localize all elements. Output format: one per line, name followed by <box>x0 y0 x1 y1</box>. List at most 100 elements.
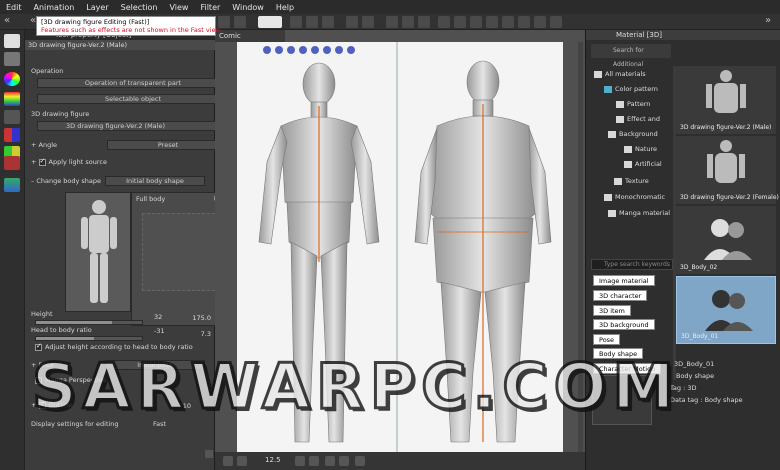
color-set-icon[interactable] <box>4 110 20 124</box>
menu-view[interactable]: View <box>163 3 194 12</box>
operation-label: Operation <box>31 67 64 75</box>
material-thumb[interactable]: 3D drawing figure-Ver.2 (Male) <box>676 66 776 134</box>
initial-body-button[interactable]: Initial body shape <box>105 176 205 186</box>
figure-dropdown[interactable]: 3D drawing figure-Ver.2 (Male) <box>37 121 229 131</box>
clear-icon[interactable] <box>386 16 398 28</box>
save-icon[interactable] <box>322 16 334 28</box>
figure-silhouette-icon <box>81 200 117 303</box>
menu-edit[interactable]: Edit <box>0 3 28 12</box>
figure-label: 3D drawing figure <box>31 110 90 118</box>
height-slider[interactable] <box>35 320 143 325</box>
menu-layer[interactable]: Layer <box>80 3 114 12</box>
select-mode-icon[interactable] <box>234 16 246 28</box>
navigator-right-icon[interactable] <box>237 456 247 466</box>
background-icon <box>608 130 616 138</box>
material-thumb[interactable]: 3D_Body_02 <box>676 206 776 274</box>
tree-item-effect[interactable]: Effect and <box>616 115 660 123</box>
new-file-icon[interactable] <box>290 16 302 28</box>
toggle-d-icon[interactable] <box>486 16 498 28</box>
sub-tool-icon[interactable] <box>4 156 20 170</box>
collapse-left-icon[interactable]: « <box>4 15 10 26</box>
material-search-input[interactable]: Search for Additional <box>591 44 671 68</box>
tag-3d-character[interactable]: 3D character <box>593 290 648 301</box>
tag-pose[interactable]: Pose <box>593 334 621 345</box>
menu-selection[interactable]: Selection <box>115 3 164 12</box>
toggle-e-icon[interactable] <box>502 16 514 28</box>
tree-item-manga[interactable]: Manga material <box>608 209 670 217</box>
navigator-left-icon[interactable] <box>223 456 233 466</box>
tree-item-pattern[interactable]: Pattern <box>616 100 650 108</box>
tree-item-monochromatic[interactable]: Monochromatic <box>604 193 665 201</box>
tag-image-material[interactable]: Image material <box>593 275 655 286</box>
operation-tool-icon[interactable] <box>4 34 20 48</box>
toggle-b-icon[interactable] <box>454 16 466 28</box>
ruler-icon[interactable] <box>418 16 430 28</box>
nature-icon <box>624 145 632 153</box>
tree-item-artificial[interactable]: Artificial <box>624 160 662 168</box>
toggle-g-icon[interactable] <box>534 16 546 28</box>
operation-dropdown[interactable]: Operation of transparent part <box>37 78 229 88</box>
preset-button[interactable]: Preset <box>107 140 229 150</box>
monochromatic-icon <box>604 193 612 201</box>
tree-item-color-pattern[interactable]: Color pattern <box>604 85 658 93</box>
artificial-icon <box>624 160 632 168</box>
transform-icon[interactable] <box>402 16 414 28</box>
head-ratio-label: Head to body ratio <box>31 326 92 334</box>
spiral-logo-icon[interactable] <box>258 16 282 28</box>
collapse-right-icon[interactable]: » <box>765 15 771 26</box>
fit-icon[interactable] <box>325 456 335 466</box>
toggle-f-icon[interactable] <box>518 16 530 28</box>
pen-tool-icon[interactable] <box>4 52 20 66</box>
tree-item-all[interactable]: All materials <box>594 70 646 78</box>
material-thumb-selected[interactable]: 3D_Body_01 <box>676 276 776 344</box>
toggle-a-icon[interactable] <box>438 16 450 28</box>
navigator-icon[interactable] <box>4 178 20 192</box>
zoom-value[interactable]: 12.5 <box>265 456 281 464</box>
3d-manipulator-toolbar <box>263 46 355 54</box>
tree-label: All materials <box>605 70 646 78</box>
open-folder-icon[interactable] <box>306 16 318 28</box>
redo-icon[interactable] <box>362 16 374 28</box>
tag-search-input[interactable]: Type search keywords <box>591 259 673 270</box>
color-wheel-icon[interactable] <box>4 72 20 86</box>
editing-tooltip: [3D drawing figure Editing (Fast)] Featu… <box>36 16 221 36</box>
material-thumb[interactable]: 3D drawing figure-Ver.2 (Female) <box>676 136 779 204</box>
light-checkbox[interactable] <box>38 157 46 166</box>
body-silhouette-preview[interactable] <box>65 192 131 312</box>
tab-comic[interactable]: Comic <box>215 30 285 42</box>
tree-item-nature[interactable]: Nature <box>624 145 657 153</box>
height-value[interactable]: 175.0 <box>181 314 211 322</box>
tree-item-background[interactable]: Background <box>608 130 658 138</box>
undo-icon[interactable] <box>346 16 358 28</box>
menu-filter[interactable]: Filter <box>194 3 226 12</box>
body-shape-map[interactable] <box>142 213 220 291</box>
toggle-h-icon[interactable] <box>550 16 562 28</box>
tag-3d-background[interactable]: 3D background <box>593 319 655 330</box>
selectable-dropdown[interactable]: Selectable object <box>37 94 229 104</box>
tag-3d-item[interactable]: 3D item <box>593 305 631 316</box>
pattern-icon <box>616 100 624 108</box>
settings-icon[interactable] <box>205 450 213 458</box>
change-body-label: Change body shape <box>36 177 102 185</box>
height-slider-fill <box>36 321 113 324</box>
rotate-icon[interactable] <box>339 456 349 466</box>
zoom-out-icon[interactable] <box>295 456 305 466</box>
figure-subtitle: 3D drawing figure-Ver.2 (Male) <box>25 40 215 50</box>
expand-plus-icon[interactable]: + <box>31 141 39 149</box>
folder-icon <box>594 70 602 78</box>
flip-icon[interactable] <box>355 456 365 466</box>
zoom-in-icon[interactable] <box>309 456 319 466</box>
head-ratio-slider[interactable] <box>35 336 143 341</box>
expand-plus-icon[interactable]: + <box>31 158 39 166</box>
tree-item-texture[interactable]: Texture <box>614 177 649 185</box>
menu-help[interactable]: Help <box>270 3 300 12</box>
color-slider-icon[interactable] <box>4 92 20 106</box>
palette-icon[interactable] <box>4 128 20 142</box>
watermark-text: SARWARPC.COM <box>31 349 681 425</box>
head-ratio-value[interactable]: 7.3 <box>181 330 211 338</box>
material-title: Material [3D] <box>586 30 780 40</box>
menu-window[interactable]: Window <box>226 3 270 12</box>
value-b: -31 <box>154 327 165 335</box>
toggle-c-icon[interactable] <box>470 16 482 28</box>
menu-animation[interactable]: Animation <box>28 3 81 12</box>
